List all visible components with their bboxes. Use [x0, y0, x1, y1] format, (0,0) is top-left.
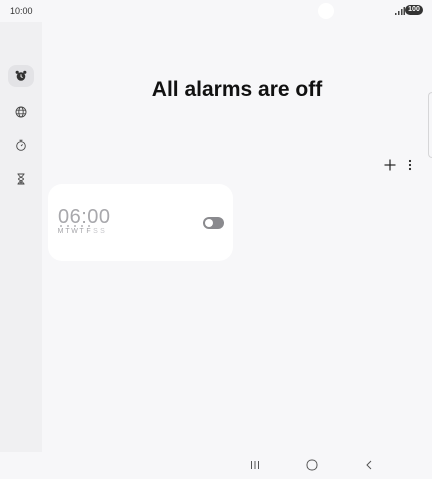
battery-icon: 100 — [405, 5, 423, 15]
status-bar: 10:00 100 — [0, 0, 432, 22]
more-options-button[interactable] — [404, 157, 416, 173]
rail-item-world-clock[interactable] — [8, 101, 34, 123]
add-alarm-button[interactable] — [382, 157, 398, 173]
stopwatch-icon — [16, 139, 26, 151]
day-selected-dot — [73, 225, 76, 227]
day-tuesday: T — [64, 225, 71, 235]
day-label: T — [79, 228, 84, 235]
recents-icon — [251, 461, 259, 469]
battery-level: 100 — [408, 6, 420, 13]
day-selected-dot — [66, 225, 69, 227]
plus-icon — [384, 159, 396, 171]
status-time: 10:00 — [10, 6, 33, 16]
recent-apps-button[interactable] — [245, 457, 265, 473]
globe-icon — [15, 106, 27, 118]
page-title: All alarms are off — [151, 78, 323, 101]
more-vert-icon — [408, 159, 412, 171]
navigation-rail — [0, 22, 42, 452]
day-label: S — [100, 228, 105, 235]
rail-item-timer[interactable] — [8, 168, 34, 190]
alarm-time: 06:00 — [58, 206, 111, 228]
toggle-knob — [205, 219, 213, 227]
back-button[interactable] — [359, 457, 379, 473]
day-monday: M — [57, 225, 64, 235]
alarm-days: M T W T F S S — [57, 225, 106, 235]
signal-icon — [395, 7, 405, 15]
day-label: S — [93, 228, 98, 235]
rail-item-alarm[interactable] — [8, 65, 34, 87]
alarm-card[interactable]: 06:00 M T W T F S S — [48, 184, 233, 261]
alarm-toggle[interactable] — [203, 217, 224, 229]
day-saturday: S — [92, 228, 99, 235]
day-friday: F — [85, 225, 92, 235]
home-button[interactable] — [302, 457, 322, 473]
home-icon — [306, 459, 318, 471]
system-nav-bar — [0, 452, 432, 479]
camera-cutout — [318, 3, 334, 19]
day-label: M — [57, 228, 64, 235]
day-thursday: T — [78, 225, 85, 235]
hourglass-icon — [17, 173, 25, 185]
day-selected-dot — [59, 225, 62, 227]
edge-panel-handle[interactable] — [428, 92, 432, 158]
day-wednesday: W — [71, 225, 78, 235]
rail-item-stopwatch[interactable] — [8, 134, 34, 156]
day-sunday: S — [99, 228, 106, 235]
day-selected-dot — [87, 225, 90, 227]
alarm-clock-icon — [15, 70, 27, 81]
day-label: W — [71, 228, 78, 235]
day-label: T — [65, 228, 70, 235]
day-label: F — [86, 228, 91, 235]
back-icon — [366, 460, 372, 470]
day-selected-dot — [80, 225, 83, 227]
